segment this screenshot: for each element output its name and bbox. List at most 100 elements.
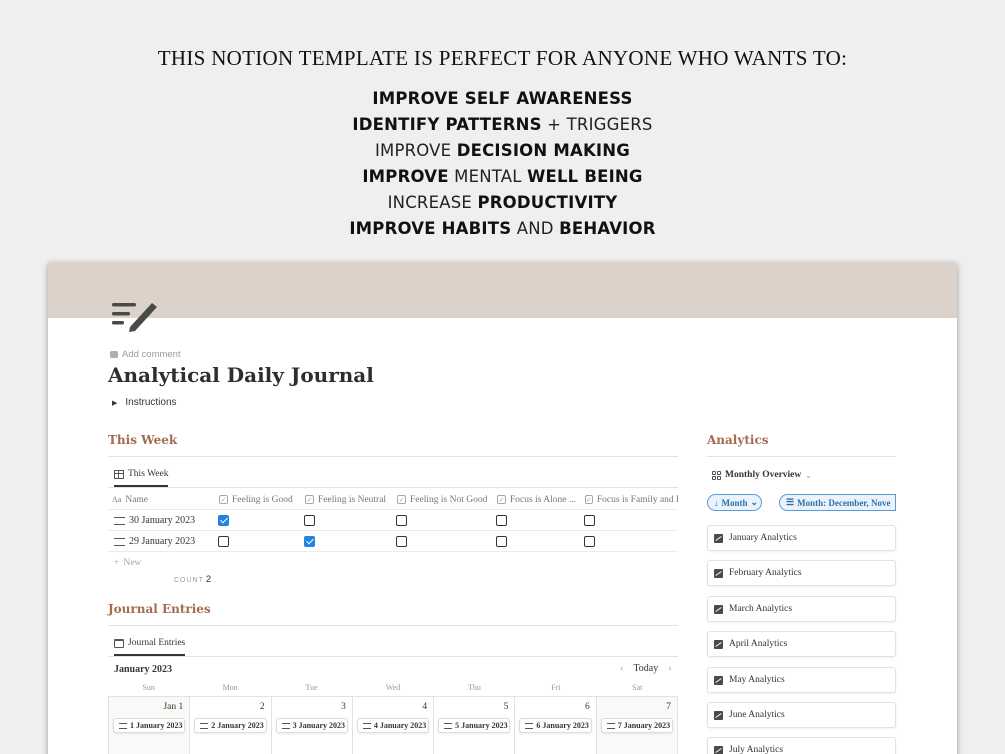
page-icon [119,722,127,729]
weekday-label: Mon [222,683,238,692]
analytics-heading: Analytics [707,433,769,447]
tab-this-week[interactable]: This Week [114,469,169,487]
add-comment-button[interactable]: Add comment [110,349,181,360]
add-comment-label: Add comment [122,349,181,360]
journal-pen-icon[interactable] [110,297,162,335]
checkbox-type-icon: ✓ [397,495,406,504]
checkbox[interactable] [396,536,407,547]
page-icon [606,722,615,729]
new-row-button[interactable]: + New [108,552,678,573]
card-title: July Analytics [729,745,784,754]
checkbox-type-icon: ✓ [305,495,314,504]
this-week-table: Aa Name ✓ Feeling is Good ✓ Feeling is Neut… [108,489,678,573]
benefit-line: IMPROVE HABITS AND BEHAVIOR [349,219,656,238]
benefit-list: IMPROVE SELF AWARENESS IDENTIFY PATTERNS… [0,86,1005,242]
weekday-header: Sun Mon Tue Wed Thu Fri Sat [108,683,678,692]
checkbox[interactable] [218,536,229,547]
sort-chip[interactable]: ↓ Month ⌄ [707,494,762,511]
instructions-toggle[interactable]: ▶ Instructions [112,397,177,408]
prev-month-icon[interactable]: ‹ [620,663,623,674]
chart-icon [714,710,723,720]
chart-icon [714,533,723,543]
checkbox[interactable] [396,515,407,526]
day-number: 7 [666,702,671,712]
analytics-card[interactable]: May Analytics [707,667,896,693]
chip-label: Month [721,497,748,508]
checkbox-type-icon: ✓ [497,495,506,504]
calendar-day[interactable]: 6 6 January 2023 [515,697,597,754]
analytics-card[interactable]: April Analytics [707,631,896,657]
column-label: Feeling is Neutral [318,494,387,505]
column-header-name[interactable]: Aa Name [112,489,148,510]
checkbox-type-icon: ✓ [219,495,228,504]
tab-label: Monthly Overview [725,470,802,480]
calendar-icon [114,638,124,648]
column-header[interactable]: ✓ Feeling is Not Good [397,489,487,510]
column-header[interactable]: ✓ Feeling is Good [219,489,293,510]
calendar-nav: ‹ Today › [620,663,672,674]
analytics-card[interactable]: June Analytics [707,702,896,728]
table-row[interactable]: 30 January 2023 [108,510,678,531]
column-header[interactable]: ✓ Feeling is Neutral [305,489,386,510]
text-type-icon: Aa [112,495,122,504]
calendar-day[interactable]: 5 5 January 2023 [434,697,516,754]
checkbox[interactable] [496,515,507,526]
plus-icon: + [114,557,120,568]
column-header[interactable]: ✓ Focus is Alone ... [497,489,576,510]
count-summary[interactable]: COUNT 2 [174,574,211,585]
chevron-down-icon: ⌄ [805,470,812,480]
calendar-entry-card[interactable]: 2 January 2023 [194,718,267,733]
calendar-day[interactable]: 2 2 January 2023 [190,697,272,754]
checkbox[interactable] [304,515,315,526]
filter-chip[interactable]: ☰ Month: December, Nove [779,494,896,511]
today-button[interactable]: Today [633,663,658,674]
entry-title: 5 January 2023 [455,721,508,730]
calendar-entry-card[interactable]: 6 January 2023 [519,718,592,733]
tab-label: Journal Entries [128,638,186,648]
card-title: May Analytics [729,675,785,685]
analytics-card[interactable]: January Analytics [707,525,896,551]
entry-title: 2 January 2023 [211,721,264,730]
checkbox[interactable] [584,515,595,526]
calendar-entry-card[interactable]: 3 January 2023 [275,718,348,733]
analytics-card[interactable]: February Analytics [707,560,896,586]
calendar-day[interactable]: 3 3 January 2023 [272,697,353,754]
next-month-icon[interactable]: › [668,663,671,674]
day-number: 5 [503,702,509,712]
tab-journal-entries[interactable]: Journal Entries [114,638,186,656]
page-title[interactable]: Analytical Daily Journal [108,363,374,387]
this-week-heading: This Week [108,433,178,447]
entry-title: 3 January 2023 [292,721,346,730]
entry-title: 1 January 2023 [130,721,183,730]
chart-icon [714,745,723,754]
tab-monthly-overview[interactable]: Monthly Overview ⌄ [712,470,812,480]
calendar-entry-card[interactable]: 4 January 2023 [356,718,430,733]
table-icon [114,469,124,479]
table-row[interactable]: 29 January 2023 [108,531,678,552]
row-name[interactable]: 29 January 2023 [129,536,195,547]
divider [108,456,678,457]
calendar-day[interactable]: Jan 1 1 January 2023 [109,697,191,754]
analytics-card[interactable]: March Analytics [707,596,896,622]
day-number: 4 [422,702,428,712]
calendar-entry-card[interactable]: 5 January 2023 [438,718,511,733]
calendar-day[interactable]: 4 4 January 2023 [353,697,435,754]
page-icon [114,516,125,525]
analytics-card[interactable]: July Analytics [707,737,896,754]
entry-title: 7 January 2023 [617,721,671,730]
checkbox[interactable] [584,536,595,547]
page-icon [525,722,534,729]
checkbox[interactable] [496,536,507,547]
column-header[interactable]: ✓ Focus is Family and F [585,489,678,510]
calendar-entry-card[interactable]: 7 January 2023 [600,718,673,733]
calendar-entry-card[interactable]: 1 January 2023 [113,718,186,733]
row-name[interactable]: 30 January 2023 [129,515,195,526]
checkbox-type-icon: ✓ [585,495,593,504]
calendar-day[interactable]: 7 7 January 2023 [596,697,678,754]
checkbox[interactable] [218,515,229,526]
chart-icon [714,568,723,578]
benefit-line: IMPROVE MENTAL WELL BEING [362,167,643,186]
page-icon [200,722,209,729]
checkbox[interactable] [304,536,315,547]
calendar-grid: Jan 1 1 January 2023 2 2 January 2023 3 3 J… [108,696,678,754]
